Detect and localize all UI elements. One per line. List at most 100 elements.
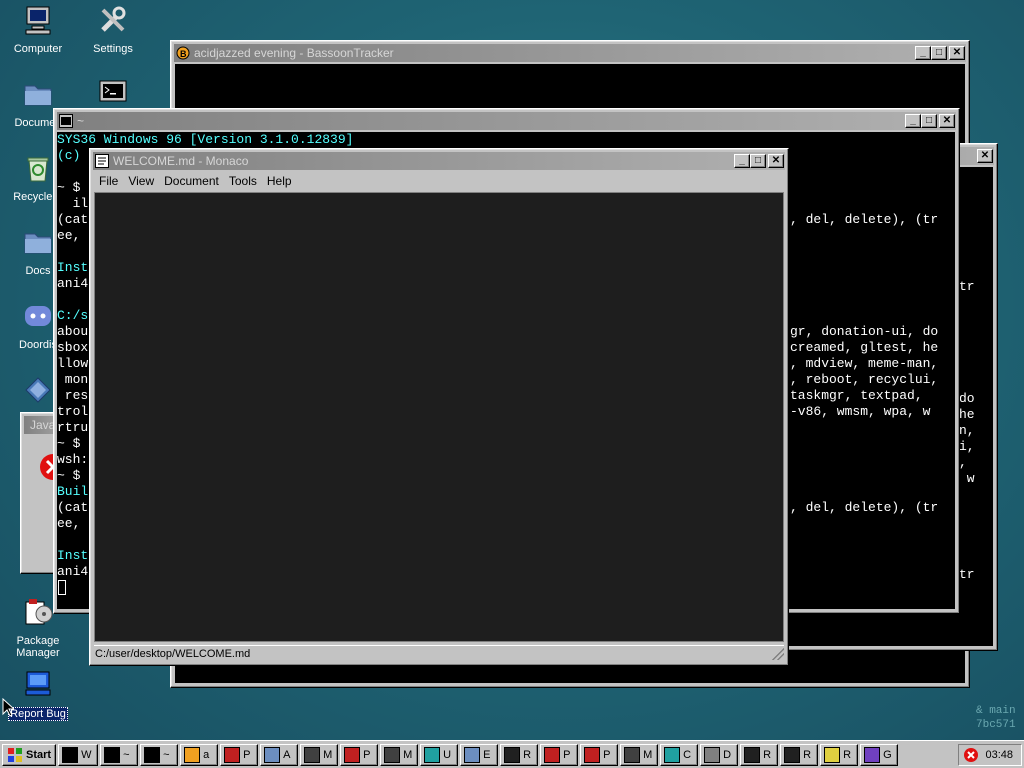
menu-file[interactable]: File <box>94 174 123 188</box>
maximize-button[interactable]: □ <box>931 46 947 60</box>
taskbar-button[interactable]: D <box>700 743 739 766</box>
taskbar-button[interactable]: U <box>420 743 459 766</box>
taskbar-button[interactable]: P <box>580 743 619 766</box>
taskbar-button-label: R <box>803 748 812 761</box>
taskbar-button-label: C <box>683 748 692 761</box>
close-button[interactable]: ✕ <box>939 114 955 128</box>
window-title: acidjazzed evening - BassoonTracker <box>194 46 394 60</box>
taskbar-button[interactable]: ~ <box>140 743 179 766</box>
start-label: Start <box>26 748 52 761</box>
maximize-button[interactable]: □ <box>750 154 766 168</box>
minimize-button[interactable]: _ <box>905 114 921 128</box>
minimize-button[interactable]: _ <box>915 46 931 60</box>
desktop-icon-computer[interactable]: Computer <box>0 4 78 55</box>
desktop-icon-settings[interactable]: Settings <box>73 4 153 55</box>
monitor-icon <box>384 746 401 763</box>
editor-titlebar[interactable]: WELCOME.md - Monaco _ □ ✕ <box>93 152 785 170</box>
run-icon <box>744 746 761 763</box>
taskbar-button[interactable]: G <box>860 743 899 766</box>
menu-document[interactable]: Document <box>159 174 224 188</box>
menu-help[interactable]: Help <box>262 174 297 188</box>
terminal-line: Buil <box>57 484 89 499</box>
clock[interactable]: 03:48 <box>985 749 1013 761</box>
monitor-icon <box>304 746 321 763</box>
taskbar-button[interactable]: P <box>540 743 579 766</box>
taskbar-button[interactable]: P <box>220 743 259 766</box>
terminal-line: ~ $ <box>57 180 81 195</box>
close-button[interactable]: ✕ <box>949 46 965 60</box>
maximize-button[interactable]: □ <box>921 114 937 128</box>
window-title: WELCOME.md - Monaco <box>113 154 249 168</box>
bassoontracker-titlebar[interactable]: B acidjazzed evening - BassoonTracker _ □… <box>174 44 966 62</box>
taskbar-button[interactable]: W <box>58 743 99 766</box>
folder-icon <box>464 746 481 763</box>
menu-view[interactable]: View <box>123 174 159 188</box>
terminal-line: rtru <box>57 420 89 435</box>
terminal-line: Inst <box>57 548 89 563</box>
taskbar-button[interactable]: ~ <box>100 743 139 766</box>
terminal-line: ee, <box>57 228 81 243</box>
taskbar-button-label: D <box>723 748 732 761</box>
terminal-line: Inst <box>57 260 89 275</box>
terminal-line-right: , del, delete), (tr <box>790 500 939 515</box>
close-button[interactable]: ✕ <box>768 154 784 168</box>
status-file-path: C:/user/desktop/WELCOME.md <box>95 648 251 660</box>
report-bug-icon <box>25 671 51 696</box>
terminal2-line: tr <box>959 279 975 294</box>
desktop-icon-label: Report Bug <box>8 707 68 721</box>
mouse-cursor-icon <box>2 698 14 717</box>
terminal-line: abou <box>57 324 89 339</box>
taskbar-button[interactable]: M <box>380 743 419 766</box>
terminal-line: il <box>57 196 89 211</box>
error-tray-icon[interactable] <box>963 747 979 763</box>
close-button[interactable]: ✕ <box>977 149 993 163</box>
taskbar-button[interactable]: R <box>500 743 539 766</box>
taskbar-button-label: P <box>603 748 611 761</box>
box-icon <box>704 746 721 763</box>
start-button[interactable]: Start <box>2 743 57 766</box>
taskbar-button-label: G <box>883 748 892 761</box>
terminal-line: ani4 <box>57 276 89 291</box>
taskbar-button-label: ~ <box>163 748 170 761</box>
package-manager-icon <box>25 599 53 625</box>
taskbar-button[interactable]: P <box>340 743 379 766</box>
monaco-editor-window[interactable]: WELCOME.md - Monaco _ □ ✕ File View Docume… <box>89 148 789 666</box>
monitor-icon <box>624 746 641 763</box>
terminal2-line: do <box>959 391 975 406</box>
editor-text-area[interactable] <box>94 192 784 642</box>
taskbar-button[interactable]: A <box>260 743 299 766</box>
desktop-icon-label: Package Manager <box>16 635 60 659</box>
document-icon <box>584 746 601 763</box>
terminal-line-right: , mdview, meme-man, <box>790 356 939 371</box>
taskbar-button[interactable]: C <box>660 743 699 766</box>
taskbar-button[interactable]: R <box>820 743 859 766</box>
terminal2-line: i, <box>959 439 975 454</box>
terminal2-line: he <box>959 407 975 422</box>
terminal-line-right: , del, delete), (tr <box>790 212 939 227</box>
taskbar-button[interactable]: M <box>620 743 659 766</box>
notepad-icon <box>824 746 841 763</box>
taskbar-button[interactable]: R <box>780 743 819 766</box>
terminal-titlebar[interactable]: ~ _ □ ✕ <box>57 112 956 130</box>
terminal-line: trol <box>57 404 89 419</box>
taskbar-button-label: E <box>483 748 491 761</box>
taskbar-button[interactable]: M <box>300 743 339 766</box>
desktop-icon-label: Settings <box>93 43 133 55</box>
terminal-line: ani4 <box>57 564 89 579</box>
taskbar-button[interactable]: R <box>740 743 779 766</box>
terminal-line: res <box>57 388 89 403</box>
menu-tools[interactable]: Tools <box>224 174 262 188</box>
watermark-line: 7bc571 <box>976 719 1016 731</box>
minimize-button[interactable]: _ <box>734 154 750 168</box>
terminal-line: mon <box>57 372 89 387</box>
taskbar-button[interactable]: a <box>180 743 219 766</box>
terminal-icon <box>104 746 121 763</box>
terminal-line: C:/s <box>57 308 89 323</box>
terminal-line-right: taskmgr, textpad, <box>790 388 923 403</box>
resize-grip-icon[interactable] <box>772 648 784 660</box>
taskbar-button-label: W <box>81 748 92 761</box>
run-icon <box>784 746 801 763</box>
terminal-line-right: creamed, gltest, he <box>790 340 939 355</box>
taskbar-button[interactable]: E <box>460 743 499 766</box>
taskbar-button-label: M <box>323 748 333 761</box>
